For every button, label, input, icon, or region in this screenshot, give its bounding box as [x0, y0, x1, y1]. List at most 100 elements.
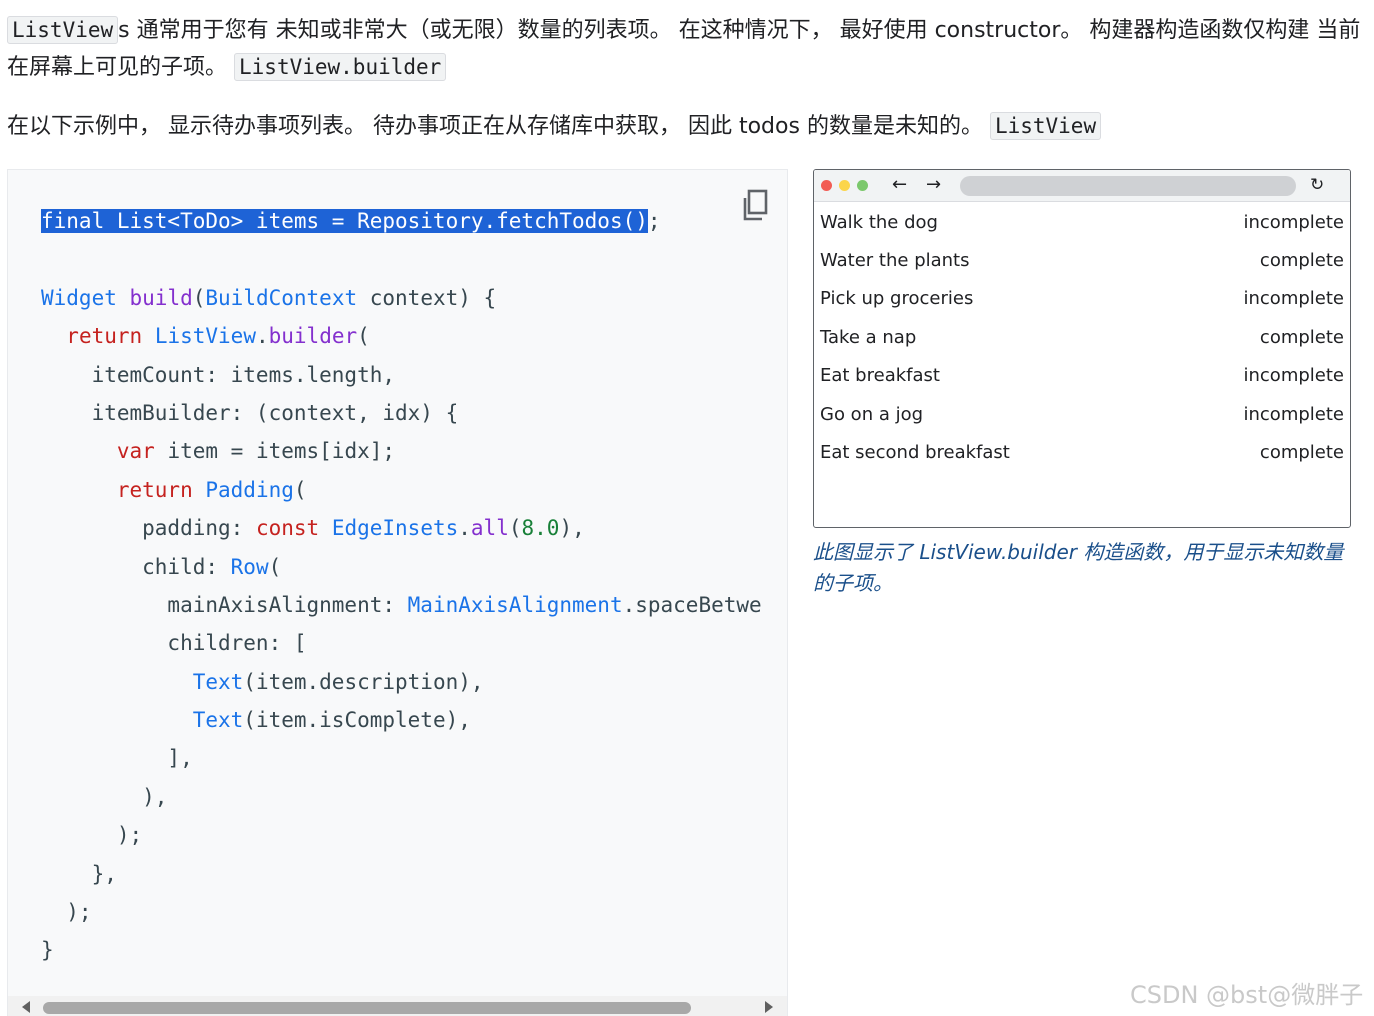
- code-token: },: [41, 861, 117, 886]
- code-token: mainAxisAlignment:: [41, 592, 408, 617]
- todo-description: Eat second breakfast: [820, 442, 1010, 464]
- reload-icon: ↻: [1310, 175, 1325, 195]
- code-token: item = items[idx];: [154, 439, 396, 464]
- code-token: var: [116, 439, 155, 464]
- code-token: 8.0: [521, 516, 560, 541]
- code-line: mainAxisAlignment: MainAxisAlignment.spa…: [41, 586, 762, 624]
- code-token: (: [192, 285, 206, 310]
- code-token: );: [41, 823, 143, 848]
- code-token: context) {: [357, 285, 497, 310]
- figure-caption: 此图显示了 ListView.builder 构造函数，用于显示未知数量的子项。: [813, 540, 1344, 595]
- todo-status: incomplete: [1243, 365, 1345, 387]
- code-token: .spaceBetwe: [622, 592, 762, 617]
- code-line: final List<ToDo> items = Repository.fetc…: [41, 202, 762, 240]
- code-token: builder: [268, 324, 358, 349]
- code-token: build: [129, 285, 193, 310]
- code-token: .: [458, 516, 471, 541]
- code-token: Padding: [205, 477, 294, 502]
- todo-list: Walk the dog incomplete Water the plants co…: [814, 203, 1350, 472]
- code-line: Widget build(BuildContext context) {: [41, 279, 762, 317]
- intro-paragraph-1: ListView s 通常用于您有 未知或非常大（或无限）数量的列表项。 在这种情…: [7, 12, 1363, 86]
- code-token: MainAxisAlignment: [407, 592, 623, 617]
- code-token: all: [470, 516, 509, 541]
- code-token: child:: [41, 554, 231, 579]
- code-line: Text(item.description),: [41, 663, 762, 701]
- window-close-dot: [821, 180, 832, 191]
- todo-list-item: Go on a jog incomplete: [814, 395, 1350, 433]
- todo-description: Walk the dog: [820, 211, 938, 233]
- code-token: (: [268, 554, 282, 579]
- code-token: itemCount: items.length,: [41, 362, 396, 387]
- browser-toolbar: ← → ↻: [814, 170, 1350, 202]
- code-token: itemBuilder: (context, idx) {: [41, 400, 459, 425]
- code-token: ),: [41, 784, 168, 809]
- window-minimize-dot: [839, 180, 850, 191]
- code-line: child: Row(: [41, 548, 762, 586]
- horizontal-scrollbar[interactable]: [8, 996, 787, 1016]
- inline-code-listview-2: ListView: [989, 112, 1102, 140]
- address-bar: [960, 176, 1296, 196]
- code-line: itemBuilder: (context, idx) {: [41, 394, 762, 432]
- browser-mockup: ← → ↻ Walk the dog incomplete Water the pl…: [813, 169, 1351, 528]
- todo-list-item: Take a nap complete: [814, 318, 1350, 356]
- code-token: Row: [230, 554, 269, 579]
- selected-code-text: final List<ToDo> items = Repository.fetc…: [41, 209, 648, 233]
- code-token: (: [293, 477, 307, 502]
- scrollbar-thumb[interactable]: [43, 1002, 691, 1014]
- code-line: ],: [41, 739, 762, 777]
- code-line: return ListView.builder(: [41, 317, 762, 355]
- code-line: },: [41, 855, 762, 893]
- code-line: padding: const EdgeInsets.all(8.0),: [41, 509, 762, 547]
- code-line: return Padding(: [41, 471, 762, 509]
- code-line: ),: [41, 778, 762, 816]
- code-line: }: [41, 931, 762, 969]
- todo-description: Go on a jog: [820, 403, 924, 425]
- inline-code-listview-builder: ListView.builder: [234, 53, 447, 81]
- code-token: (item.description),: [243, 669, 484, 694]
- code-line: var item = items[idx];: [41, 432, 762, 470]
- arrow-left-icon: ←: [892, 174, 908, 195]
- code-line: itemCount: items.length,: [41, 356, 762, 394]
- scroll-left-icon[interactable]: [22, 1001, 30, 1013]
- code-token: const: [255, 516, 320, 541]
- code-token: Text: [192, 708, 244, 733]
- scroll-right-icon[interactable]: [765, 1001, 773, 1013]
- code-token: (: [508, 516, 522, 541]
- code-token: Text: [192, 669, 244, 694]
- code-token: ListView: [154, 324, 256, 349]
- todo-description: Eat breakfast: [820, 365, 940, 387]
- intro-text-1: s 通常用于您有 未知或非常大（或无限）数量的列表项。 在这种情况下， 最好使用…: [7, 18, 1361, 80]
- todo-status: complete: [1259, 326, 1344, 348]
- code-token: EdgeInsets: [331, 516, 459, 541]
- code-token: Widget: [41, 285, 117, 310]
- code-token: }: [41, 938, 54, 963]
- code-token: (: [357, 324, 370, 349]
- watermark: CSDN @bst@微胖子: [1130, 981, 1364, 1009]
- code-line: children: [: [41, 624, 762, 662]
- todo-list-item: Walk the dog incomplete: [814, 203, 1350, 241]
- code-line: );: [41, 816, 762, 854]
- todo-list-item: Eat second breakfast complete: [814, 433, 1350, 471]
- intro-text-2: 在以下示例中， 显示待办事项列表。 待办事项正在从存储库中获取， 因此 todo…: [7, 114, 983, 139]
- todo-list-item: Water the plants complete: [814, 241, 1350, 279]
- code-token: ],: [41, 746, 193, 771]
- todo-status: complete: [1259, 442, 1344, 464]
- todo-status: complete: [1259, 250, 1344, 272]
- code-token: ),: [559, 516, 585, 541]
- code-token: .: [255, 324, 269, 349]
- code-line: Text(item.isComplete),: [41, 701, 762, 739]
- code-token: );: [41, 900, 92, 925]
- todo-status: incomplete: [1243, 403, 1345, 425]
- window-maximize-dot: [857, 180, 868, 191]
- code-token: ;: [647, 209, 661, 233]
- code-token: children: [: [41, 631, 307, 656]
